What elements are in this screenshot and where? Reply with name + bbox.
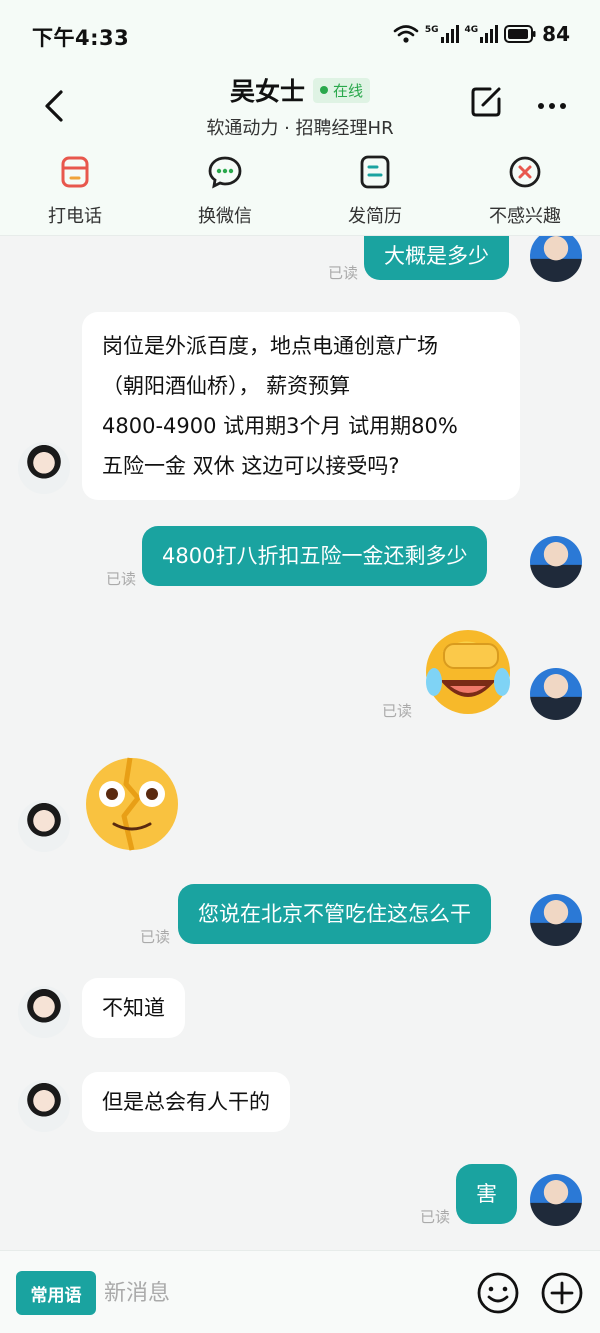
laughing-crying-emoji-icon [426,630,510,714]
contact-avatar[interactable] [18,986,70,1038]
plus-circle-icon [541,1272,583,1314]
action-bar: 打电话 换微信 发简历 不感兴趣 [0,150,600,236]
my-avatar[interactable] [530,668,582,720]
read-receipt: 已读 [420,1208,451,1226]
more-button[interactable] [532,86,572,126]
status-icons: 5G 4G 84 [393,22,570,46]
action-resume[interactable]: 发简历 [300,154,450,228]
online-dot-icon [320,86,328,94]
common-phrases-button[interactable]: 常用语 [16,1271,96,1315]
action-wechat[interactable]: 换微信 [150,154,300,228]
signal-4g-icon: 4G [465,25,499,43]
message-list[interactable]: 已读 大概是多少 岗位是外派百度，地点电通创意广场 （朝阳酒仙桥）， 薪资预算 … [0,236,600,1250]
battery-icon [504,25,536,43]
more-dots-icon [538,103,566,109]
resume-icon [360,155,390,189]
emoji-button[interactable] [476,1271,520,1315]
read-receipt: 已读 [106,570,137,588]
smiley-icon [477,1272,519,1314]
more-actions-button[interactable] [540,1271,584,1315]
contact-avatar[interactable] [18,1080,70,1132]
action-call[interactable]: 打电话 [0,154,150,228]
phone-icon [61,156,89,188]
signal-5g-icon: 5G [425,25,459,43]
contact-avatar[interactable] [18,800,70,852]
contact-info[interactable]: 吴女士 在线 软通动力 · 招聘经理HR [120,72,480,140]
my-avatar[interactable] [530,536,582,588]
input-bar: 常用语 [0,1250,600,1333]
action-wechat-label: 换微信 [198,206,252,227]
contact-name: 吴女士 [229,77,305,106]
message-bubble-in[interactable]: 但是总会有人干的 [82,1072,290,1132]
message-bubble-out[interactable]: 您说在北京不管吃住这怎么干 [178,884,491,944]
battery-level: 84 [542,22,570,46]
action-call-label: 打电话 [48,206,102,227]
message-bubble-out[interactable]: 害 [456,1164,517,1224]
my-avatar[interactable] [530,894,582,946]
wechat-icon [208,156,242,189]
action-not-interested[interactable]: 不感兴趣 [450,154,600,228]
message-bubble-out[interactable]: 大概是多少 [364,236,509,280]
action-not-interested-label: 不感兴趣 [489,206,561,227]
back-button[interactable] [34,84,74,128]
chevron-left-icon [45,90,63,122]
action-resume-label: 发简历 [348,206,402,227]
not-interested-icon [509,156,541,188]
contact-subtitle: 软通动力 · 招聘经理HR [206,118,394,139]
read-receipt: 已读 [382,702,413,720]
edit-button[interactable] [468,84,508,124]
message-bubble-in[interactable]: 岗位是外派百度，地点电通创意广场 （朝阳酒仙桥）， 薪资预算 4800-4900… [82,312,520,500]
message-bubble-out[interactable]: 4800打八折扣五险一金还剩多少 [142,526,488,586]
chat-header: 吴女士 在线 软通动力 · 招聘经理HR [0,62,600,150]
online-badge: 在线 [313,77,371,103]
read-receipt: 已读 [140,928,171,946]
my-avatar[interactable] [530,236,582,282]
edit-icon [471,87,501,117]
contact-avatar[interactable] [18,442,70,494]
broken-face-emoji-icon [86,757,178,851]
message-input[interactable] [104,1273,444,1313]
message-bubble-in[interactable]: 不知道 [82,978,185,1038]
wifi-icon [393,25,419,43]
status-bar: 下午4:33 5G 4G 84 [0,0,600,62]
read-receipt: 已读 [328,264,359,282]
status-time: 下午4:33 [32,26,130,50]
my-avatar[interactable] [530,1174,582,1226]
